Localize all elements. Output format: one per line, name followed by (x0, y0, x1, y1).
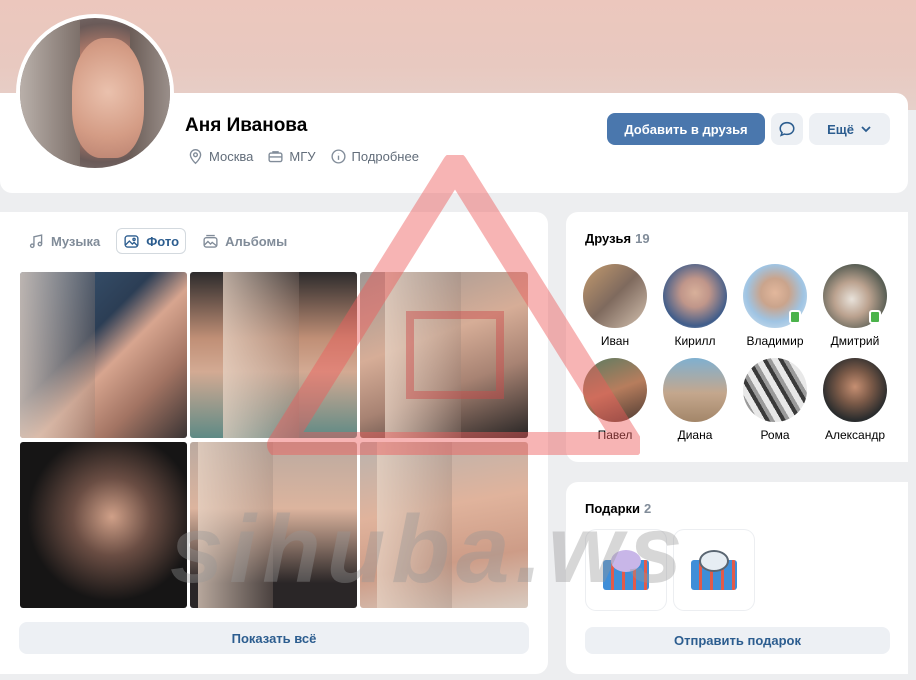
friend-name: Рома (760, 428, 790, 442)
friend-item[interactable]: Кирилл (655, 264, 735, 348)
avatar-hair-left (20, 18, 80, 168)
profile-city-label: Москва (209, 149, 254, 164)
friends-title[interactable]: Друзья 19 (585, 231, 650, 246)
photo-grid (20, 272, 528, 608)
profile-city[interactable]: Москва (187, 148, 253, 165)
profile-avatar[interactable] (16, 14, 174, 172)
photo-hair-overlay (223, 272, 299, 438)
gift-item[interactable] (586, 530, 666, 610)
message-button[interactable] (771, 113, 803, 145)
more-button[interactable]: Ещё (809, 113, 890, 145)
friend-avatar (663, 358, 727, 422)
albums-icon (203, 234, 218, 248)
friend-item[interactable]: Рома (735, 358, 815, 442)
gifts-title[interactable]: Подарки 2 (585, 501, 651, 516)
friend-avatar (663, 264, 727, 328)
tab-music[interactable]: Музыка (22, 228, 106, 254)
friends-count: 19 (635, 231, 650, 246)
photo-thumbnail[interactable] (360, 442, 528, 608)
photo-thumbnail[interactable] (20, 442, 187, 608)
photo-hair-overlay (20, 272, 96, 438)
friends-title-label: Друзья (585, 231, 632, 246)
friend-item[interactable]: Иван (575, 264, 655, 348)
photo-thumbnail[interactable] (360, 272, 528, 438)
chat-bubble-icon (779, 121, 795, 137)
photo-thumbnail[interactable] (190, 442, 357, 608)
online-mobile-indicator (789, 310, 801, 324)
location-pin-icon (189, 149, 202, 165)
friend-name: Кирилл (674, 334, 716, 348)
friend-avatar (583, 264, 647, 328)
media-tabs: Музыка Фото Альбомы (22, 228, 293, 254)
friend-name: Диана (677, 428, 713, 442)
photo-thumbnail[interactable] (20, 272, 187, 438)
add-friend-button[interactable]: Добавить в друзья (607, 113, 765, 145)
profile-university[interactable]: МГУ (267, 148, 316, 165)
profile-more-info[interactable]: Подробнее (330, 148, 419, 165)
friend-item[interactable]: Диана (655, 358, 735, 442)
tab-albums[interactable]: Альбомы (196, 228, 293, 254)
tab-photos-label: Фото (146, 233, 180, 249)
gift-box-icon (691, 550, 737, 590)
photo-hair-overlay (385, 272, 461, 438)
profile-info-row: Москва МГУ Подробнее (187, 148, 419, 165)
friend-name: Владимир (746, 334, 804, 348)
show-all-photos-button[interactable]: Показать всё (19, 622, 529, 654)
friends-grid: Иван Кирилл Владимир Дмитрий Павел Диана… (575, 264, 895, 442)
tab-albums-label: Альбомы (225, 233, 288, 249)
friend-name: Иван (600, 334, 630, 348)
friend-avatar (583, 358, 647, 422)
profile-name: Аня Иванова (185, 115, 308, 136)
gifts-count: 2 (644, 501, 652, 516)
friend-name: Павел (597, 428, 633, 442)
gift-toy (699, 550, 729, 572)
friend-name: Александр (824, 428, 886, 442)
friend-item[interactable]: Дмитрий (815, 264, 895, 348)
friend-avatar (823, 358, 887, 422)
briefcase-icon (268, 151, 283, 163)
profile-more-info-label: Подробнее (351, 149, 419, 164)
friend-item[interactable]: Александр (815, 358, 895, 442)
photo-icon (124, 234, 139, 248)
info-icon (330, 149, 346, 164)
friend-avatar (743, 358, 807, 422)
photo-hair-overlay (376, 442, 453, 608)
more-button-label: Ещё (827, 121, 854, 137)
photo-hair-overlay (198, 442, 274, 608)
avatar-face (72, 38, 144, 158)
chevron-down-icon (861, 126, 871, 133)
friend-item[interactable]: Павел (575, 358, 655, 442)
online-mobile-indicator (869, 310, 881, 324)
gift-toy (611, 550, 641, 572)
gift-item[interactable] (674, 530, 754, 610)
profile-university-label: МГУ (289, 149, 316, 164)
tab-photos[interactable]: Фото (116, 228, 187, 254)
gifts-title-label: Подарки (585, 501, 641, 516)
tab-music-label: Музыка (51, 233, 101, 249)
photo-thumbnail[interactable] (190, 272, 357, 438)
send-gift-button[interactable]: Отправить подарок (585, 627, 890, 654)
friend-item[interactable]: Владимир (735, 264, 815, 348)
gift-box-icon (603, 550, 649, 590)
friend-name: Дмитрий (830, 334, 880, 348)
music-note-icon (29, 233, 43, 248)
